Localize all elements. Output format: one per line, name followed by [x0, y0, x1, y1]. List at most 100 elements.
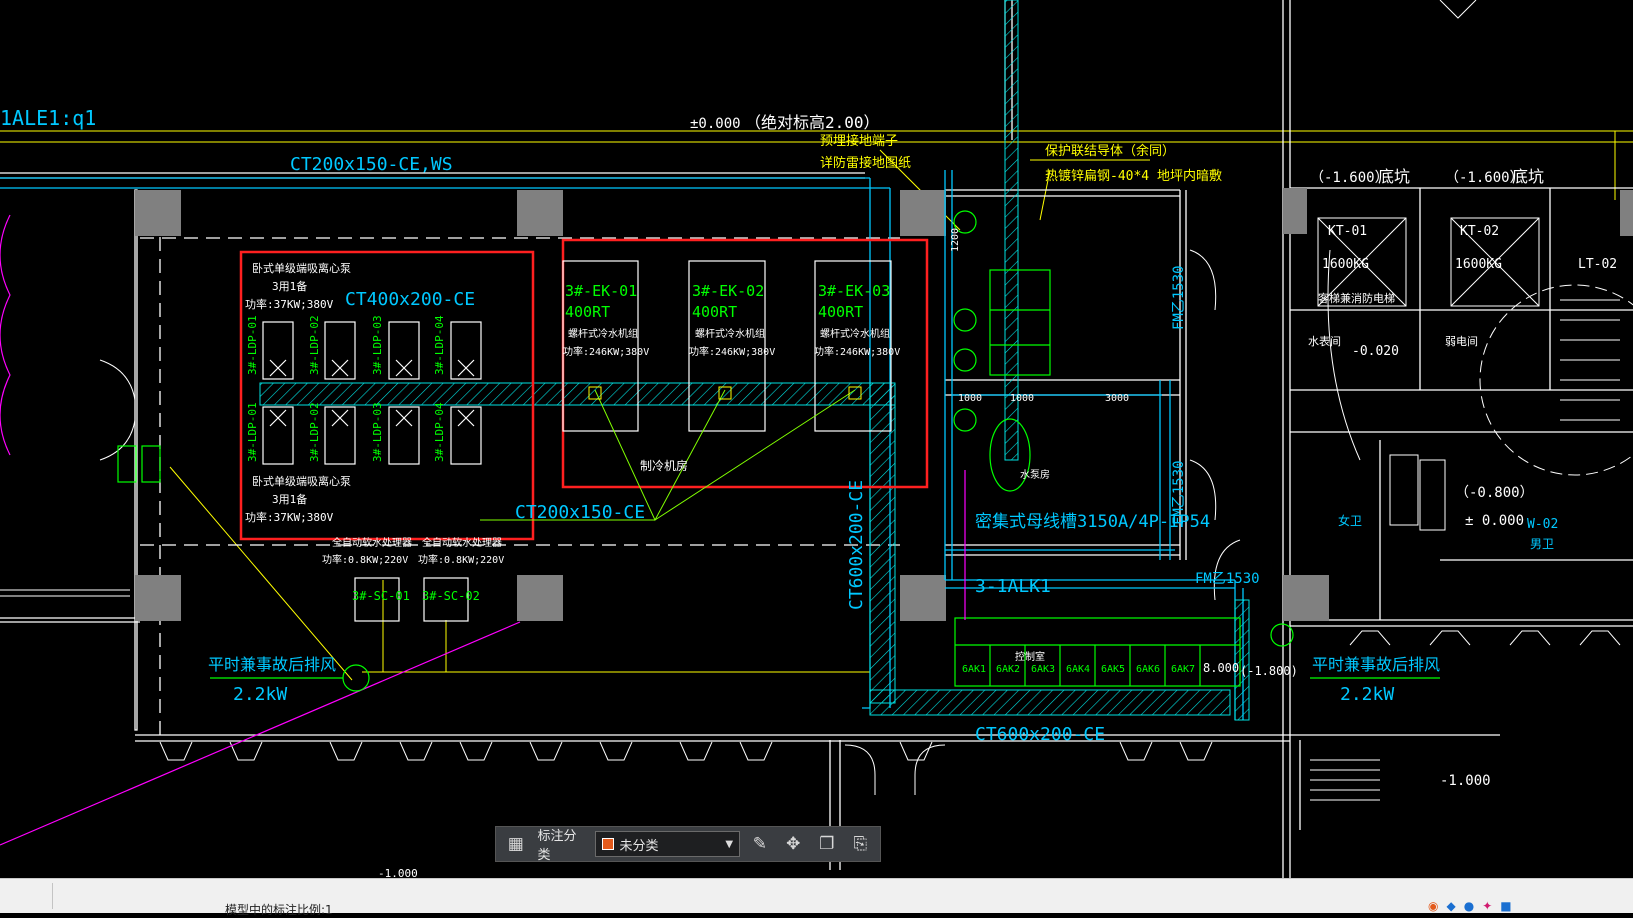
cabinet-tag: 6AK6: [1136, 664, 1160, 675]
dim-label: 1000: [958, 393, 982, 404]
paste-icon[interactable]: ⎘: [847, 830, 874, 858]
pit-label: 底坑: [1512, 167, 1544, 186]
move-icon[interactable]: ✥: [780, 830, 807, 858]
pump-count-top: 3用1备: [272, 279, 307, 293]
tray-hatches: [259, 0, 1250, 721]
layer-ref-label: 1ALE1:q1: [0, 106, 96, 130]
pump-room-label: 水泵房: [1020, 468, 1050, 481]
w02-label: W-02: [1527, 517, 1558, 532]
elev-label: （-0.800）: [1455, 485, 1534, 501]
pump-title-top: 卧式单级端吸离心泵: [252, 261, 351, 275]
pump-power-bottom: 功率:37KW;380V: [245, 510, 334, 524]
tray-pumps-label: CT400x200-CE: [345, 289, 475, 310]
pump-tag: 3#-LDP-03: [371, 315, 384, 375]
pit-elev: （-1.600）: [1310, 170, 1389, 186]
weak-room-label: 弱电间: [1445, 335, 1478, 348]
cad-drawing[interactable]: 1ALE1:q1 ±0.000 （绝对标高2.00） 预埋接地端子 详防雷接地图…: [0, 0, 1633, 878]
control-room-label: 控制室: [1015, 650, 1045, 663]
chiller-power: 功率:246KW;380V: [689, 345, 775, 358]
pump-tag: 3#-LDP-01: [246, 402, 259, 462]
tray-icon[interactable]: ✦: [1482, 899, 1492, 913]
cabinet-tag: 6AK3: [1031, 664, 1055, 675]
tray-icon[interactable]: ■: [1500, 899, 1511, 913]
app-icon[interactable]: ◉: [1428, 899, 1438, 913]
elev-zero-label: ±0.000: [690, 116, 741, 132]
category-value: 未分类: [619, 838, 659, 854]
elev-label: -1.000: [378, 867, 418, 878]
tray-icon[interactable]: ●: [1464, 899, 1474, 913]
cabinet-tag: 6AK7: [1171, 664, 1195, 675]
tray-mid-label: CT200x150-CE: [515, 502, 645, 523]
copy-icon[interactable]: ❐: [813, 830, 840, 858]
cad-canvas[interactable]: 1ALE1:q1 ±0.000 （绝对标高2.00） 预埋接地端子 详防雷接地图…: [0, 0, 1633, 878]
terminal-note: 预埋接地端子: [820, 133, 898, 149]
fan-left-power: 2.2kW: [233, 684, 287, 705]
chiller-power: 功率:246KW;380V: [814, 345, 900, 358]
pump-title-bottom: 卧式单级端吸离心泵: [252, 474, 351, 488]
abs-elev-label: （绝对标高2.00）: [745, 113, 880, 132]
chiller-type: 螺杆式冷水机组: [568, 327, 638, 340]
fan-left-title: 平时兼事故后排风: [208, 655, 336, 674]
softener-power: 功率:0.8KW;220V: [322, 553, 408, 566]
category-color-swatch: [601, 838, 614, 850]
elevator-load: 1600KG: [1322, 257, 1369, 272]
sc2-tag: 3#-SC-02: [422, 589, 480, 603]
male-label: 男卫: [1530, 537, 1554, 551]
category-select[interactable]: 未分类 ▼: [594, 831, 741, 857]
chiller-tag: 3#-EK-03: [818, 282, 890, 300]
panel-label: 3-1ALK1: [975, 576, 1051, 597]
elev-label: -0.020: [1352, 344, 1399, 359]
annotation-toolbar: ▦ 标注分类 未分类 ▼ ✎ ✥ ❐ ⎘: [495, 826, 881, 863]
cabinet-tag: 6AK2: [996, 664, 1020, 675]
elev-label: (-1.800): [1240, 664, 1298, 678]
door-label: FM乙1530: [1171, 460, 1187, 525]
elevator-tag: KT-01: [1328, 224, 1367, 239]
chevron-down-icon: ▼: [725, 838, 734, 850]
chiller-capacity: 400RT: [565, 303, 610, 321]
chiller-tag: 3#-EK-02: [692, 282, 764, 300]
chiller-type: 螺杆式冷水机组: [695, 327, 765, 340]
pump-tag: 3#-LDP-04: [433, 315, 446, 375]
chiller-power: 功率:246KW;380V: [563, 345, 649, 358]
chiller-leaders: [480, 389, 856, 522]
dim-label: 1000: [1010, 393, 1034, 404]
grid-icon[interactable]: ▦: [502, 830, 529, 858]
input-method-icon[interactable]: ◆: [1446, 899, 1455, 913]
pump-tag: 3#-LDP-02: [308, 402, 321, 462]
chiller-type: 螺杆式冷水机组: [820, 327, 890, 340]
cabinet-tag: 6AK4: [1066, 664, 1090, 675]
edit-icon[interactable]: ✎: [746, 830, 773, 858]
status-separator: [52, 883, 53, 909]
lt02-label: LT-02: [1578, 257, 1617, 272]
female-label: 女卫: [1338, 513, 1362, 528]
system-tray: ◉ ◆ ● ✦ ■: [1428, 899, 1512, 913]
chiller-capacity: 400RT: [692, 303, 737, 321]
galv-note: 热镀锌扁钢-40*4 地坪内暗敷: [1045, 168, 1222, 184]
pump-power-top: 功率:37KW;380V: [245, 297, 334, 311]
conductor-note: 保护联结导体（余同）: [1045, 143, 1175, 159]
softener-power: 功率:0.8KW;220V: [418, 553, 504, 566]
chiller-capacity: 400RT: [818, 303, 863, 321]
status-bar: 模型中的标注比例:1 ◉ ◆ ● ✦ ■: [0, 878, 1633, 917]
cabinet-tag: 6AK5: [1101, 664, 1125, 675]
pump-count-bottom: 3用1备: [272, 492, 307, 506]
door-label: FM乙1530: [1171, 265, 1187, 330]
dim-label: 3000: [1105, 393, 1129, 404]
door-label: FM乙1530: [1195, 571, 1260, 587]
cable-trays: [0, 170, 1244, 720]
pump-tag: 3#-LDP-03: [371, 402, 384, 462]
chiller-room-label: 制冷机房: [640, 458, 688, 473]
cabinet-tag: 8.000: [1203, 661, 1239, 675]
elevator-load: 1600KG: [1455, 257, 1502, 272]
pit-label: 底坑: [1378, 167, 1410, 186]
fire-elevator-label: 客梯兼消防电梯: [1318, 291, 1395, 305]
fan-right-power: 2.2kW: [1340, 684, 1394, 705]
elev-label: ± 0.000: [1465, 513, 1524, 529]
pump-tag: 3#-LDP-04: [433, 402, 446, 462]
dim-label: 1200: [950, 228, 961, 252]
elev-label: -1.000: [1440, 773, 1491, 789]
tray-vertical-label: CT600x200-CE: [846, 480, 867, 610]
annotation-scale-status: 模型中的标注比例:1: [225, 903, 333, 917]
elevator-tag: KT-02: [1460, 224, 1499, 239]
water-room-label: 水表间: [1308, 334, 1341, 348]
